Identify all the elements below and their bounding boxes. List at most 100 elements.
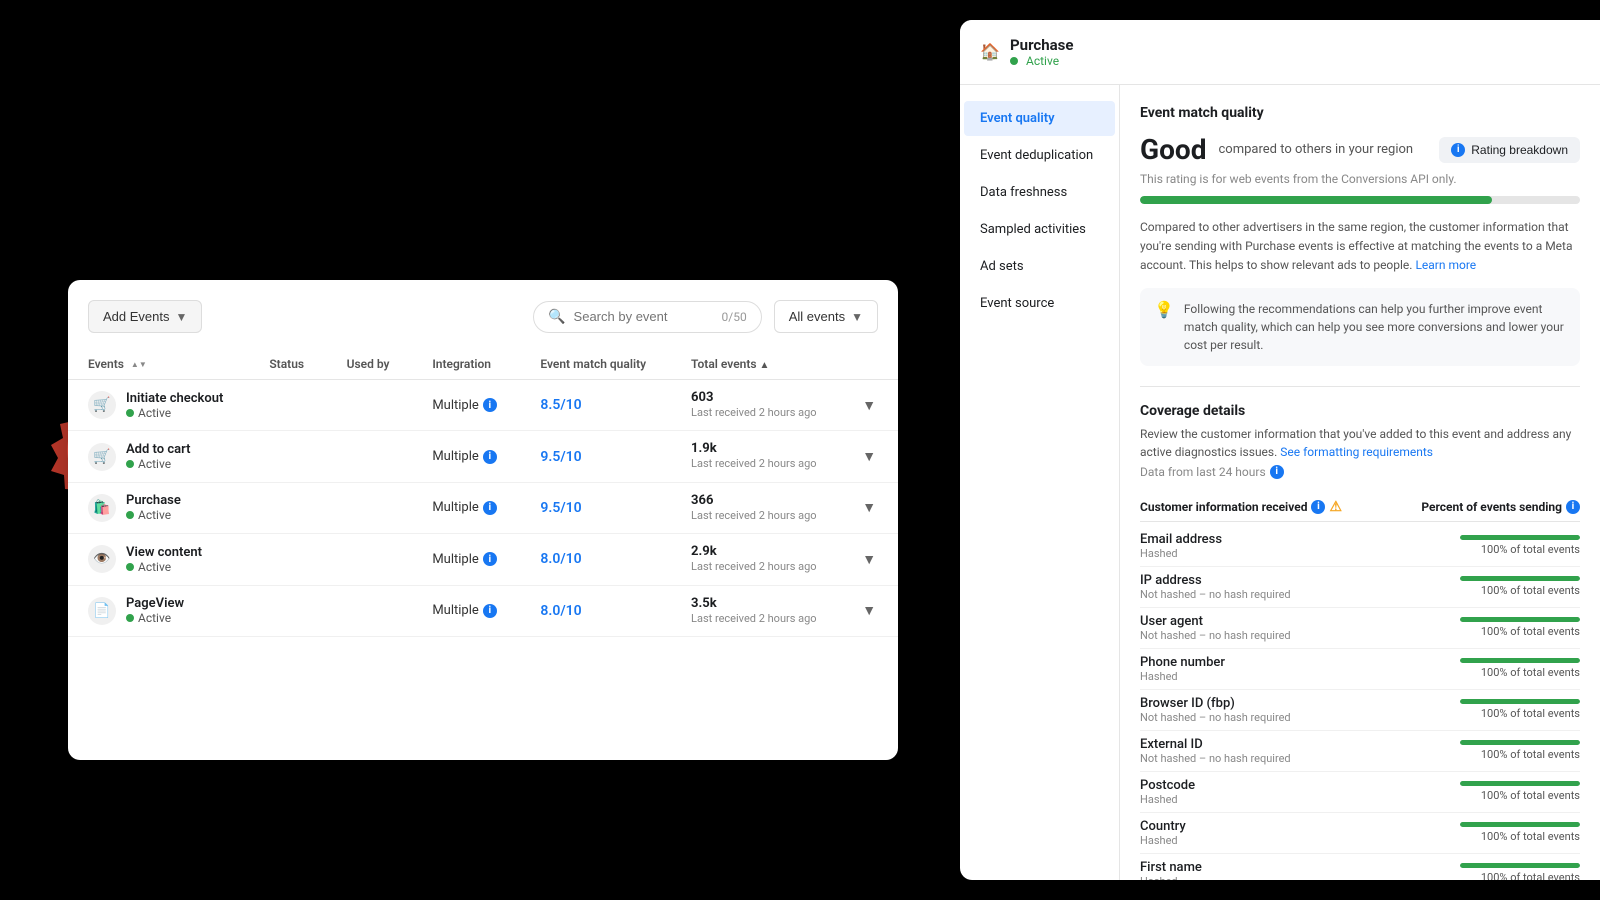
rating-breakdown-button[interactable]: i Rating breakdown — [1439, 137, 1580, 163]
event-expand-cell-4: ▼ — [842, 585, 898, 636]
cov-sub-3: Hashed — [1140, 670, 1420, 683]
event-quality-cell-0: 8.5/10 — [520, 380, 671, 431]
event-expand-button-2[interactable]: ▼ — [862, 499, 876, 515]
cov-progress-5 — [1460, 740, 1580, 745]
event-total-cell-1: 1.9k Last received 2 hours ago — [671, 431, 842, 482]
event-integration-cell-1: Multiple i — [412, 431, 520, 482]
add-events-chevron-icon: ▼ — [176, 310, 188, 324]
see-formatting-link[interactable]: See formatting requirements — [1280, 445, 1433, 459]
event-integration-cell-2: Multiple i — [412, 482, 520, 533]
cov-sub-0: Hashed — [1140, 547, 1420, 560]
event-dot-icon-3 — [126, 563, 134, 571]
cov-header-warn-icon: ⚠ — [1329, 499, 1342, 515]
active-badge: Active — [1010, 54, 1073, 68]
event-usedby-cell-3 — [327, 534, 413, 585]
event-quality-score-4: 8.0/10 — [540, 603, 581, 619]
event-expand-cell-2: ▼ — [842, 482, 898, 533]
learn-more-link[interactable]: Learn more — [1415, 258, 1476, 272]
col-expand — [842, 349, 898, 380]
event-status-3: Active — [126, 560, 202, 574]
quality-progress-fill — [1140, 196, 1492, 204]
event-total-cell-0: 603 Last received 2 hours ago — [671, 380, 842, 431]
nav-item-event-quality[interactable]: Event quality — [964, 101, 1115, 136]
table-row: 🛒 Initiate checkout Active Multiple i 8.… — [68, 380, 898, 431]
cov-progress-fill-1 — [1460, 576, 1580, 581]
event-quality-cell-1: 9.5/10 — [520, 431, 671, 482]
nav-item-event-source[interactable]: Event source — [964, 286, 1115, 321]
col-integration: Integration — [412, 349, 520, 380]
cov-percent-0: 100% of total events — [1481, 543, 1580, 556]
cov-progress-fill-0 — [1460, 535, 1580, 540]
cov-progress-8 — [1460, 863, 1580, 868]
cov-progress-fill-7 — [1460, 822, 1580, 827]
event-usedby-cell-0 — [327, 380, 413, 431]
search-bar-container: 🔍 0/50 — [533, 301, 762, 333]
event-quality-score-2: 9.5/10 — [540, 500, 581, 516]
cov-right-1: 100% of total events — [1420, 576, 1580, 597]
event-icon-2: 🛍️ — [88, 494, 116, 522]
event-total-3: 2.9k — [691, 544, 822, 559]
cov-name-8: First name — [1140, 860, 1420, 875]
cov-header-info-icon: i — [1311, 500, 1325, 514]
cov-progress-0 — [1460, 535, 1580, 540]
cov-sub-5: Not hashed – no hash required — [1140, 752, 1420, 765]
add-events-button[interactable]: Add Events ▼ — [88, 300, 202, 333]
integration-info-icon-3: i — [483, 552, 497, 566]
cov-percent-2: 100% of total events — [1481, 625, 1580, 638]
total-sort-icon[interactable]: ▲ — [760, 360, 770, 371]
cov-right-5: 100% of total events — [1420, 740, 1580, 761]
nav-item-ad-sets[interactable]: Ad sets — [964, 249, 1115, 284]
search-input[interactable] — [574, 309, 714, 324]
event-total-1: 1.9k — [691, 441, 822, 456]
events-toolbar: Add Events ▼ 🔍 0/50 All events ▼ — [68, 300, 898, 349]
table-row: 🛍️ Purchase Active Multiple i 9.5/10 366… — [68, 482, 898, 533]
cov-info-3: Phone number Hashed — [1140, 655, 1420, 683]
col-events: Events ▲▼ — [68, 349, 249, 380]
quality-compared: compared to others in your region — [1218, 142, 1413, 157]
cov-percent-1: 100% of total events — [1481, 584, 1580, 597]
purchase-panel: 🏠 Purchase Active Event qualityEvent ded… — [960, 20, 1600, 880]
nav-item-data-freshness[interactable]: Data freshness — [964, 175, 1115, 210]
cov-progress-7 — [1460, 822, 1580, 827]
event-status-0: Active — [126, 406, 223, 420]
event-status-cell-1 — [249, 431, 326, 482]
sort-arrows-icon[interactable]: ▲▼ — [131, 361, 147, 369]
event-name-cell-2: 🛍️ Purchase Active — [68, 482, 249, 533]
purchase-content: Event match quality Good compared to oth… — [1120, 85, 1600, 880]
cov-info-7: Country Hashed — [1140, 819, 1420, 847]
coverage-row: Email address Hashed 100% of total event… — [1140, 526, 1580, 567]
coverage-title: Coverage details — [1140, 403, 1580, 419]
coverage-row: Country Hashed 100% of total events — [1140, 813, 1580, 854]
cov-right-0: 100% of total events — [1420, 535, 1580, 556]
nav-item-event-deduplication[interactable]: Event deduplication — [964, 138, 1115, 173]
event-name-4: PageView — [126, 596, 184, 611]
event-expand-button-1[interactable]: ▼ — [862, 448, 876, 464]
cov-sub-4: Not hashed – no hash required — [1140, 711, 1420, 724]
event-expand-button-4[interactable]: ▼ — [862, 602, 876, 618]
data-age: Data from last 24 hours i — [1140, 465, 1580, 479]
event-dot-icon-2 — [126, 511, 134, 519]
active-dot-icon — [1010, 57, 1018, 65]
event-expand-button-0[interactable]: ▼ — [862, 397, 876, 413]
cov-percent-3: 100% of total events — [1481, 666, 1580, 679]
event-dot-icon-1 — [126, 460, 134, 468]
coverage-row: IP address Not hashed – no hash required… — [1140, 567, 1580, 608]
home-icon[interactable]: 🏠 — [980, 42, 1000, 62]
quality-progress-bar — [1140, 196, 1580, 204]
purchase-nav: Event qualityEvent deduplicationData fre… — [960, 85, 1120, 880]
all-events-button[interactable]: All events ▼ — [774, 300, 878, 333]
event-name-cell-4: 📄 PageView Active — [68, 585, 249, 636]
table-row: 📄 PageView Active Multiple i 8.0/10 3.5k… — [68, 585, 898, 636]
purchase-title: Purchase — [1010, 36, 1073, 54]
event-last-received-1: Last received 2 hours ago — [691, 456, 822, 471]
cov-right-2: 100% of total events — [1420, 617, 1580, 638]
cov-right-8: 100% of total events — [1420, 863, 1580, 880]
nav-item-sampled-activities[interactable]: Sampled activities — [964, 212, 1115, 247]
event-total-2: 366 — [691, 493, 822, 508]
section-divider — [1140, 386, 1580, 387]
events-table: Events ▲▼ Status Used by Integration Eve… — [68, 349, 898, 637]
cov-name-6: Postcode — [1140, 778, 1420, 793]
event-quality-cell-2: 9.5/10 — [520, 482, 671, 533]
cov-progress-fill-6 — [1460, 781, 1580, 786]
event-expand-button-3[interactable]: ▼ — [862, 551, 876, 567]
